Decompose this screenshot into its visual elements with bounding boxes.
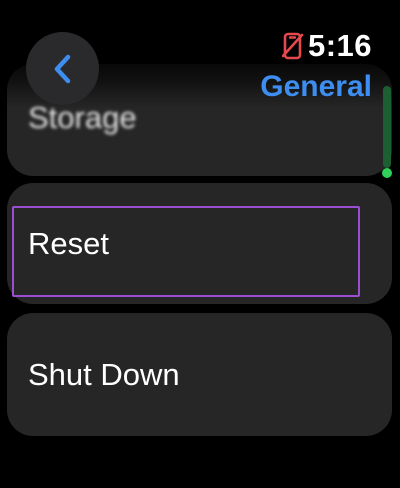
list-item-label: Storage [28, 100, 137, 135]
clock-time: 5:16 [307, 28, 372, 63]
scroll-position-dot [382, 168, 392, 178]
back-button[interactable] [26, 32, 99, 105]
list-item-reset[interactable]: Reset [7, 183, 392, 304]
phone-disconnected-icon [281, 32, 304, 60]
list-item-label: Reset [28, 225, 109, 261]
scroll-indicator [382, 86, 392, 182]
scroll-thumb [383, 86, 391, 168]
status-bar: 5:16 [281, 28, 372, 64]
page-title[interactable]: General [260, 70, 372, 104]
chevron-left-icon [54, 54, 70, 83]
list-item-shut-down[interactable]: Shut Down [7, 313, 392, 436]
watch-screen: Storage Reset Shut Down 5:16 General [0, 0, 400, 488]
list-item-label: Shut Down [28, 356, 180, 392]
